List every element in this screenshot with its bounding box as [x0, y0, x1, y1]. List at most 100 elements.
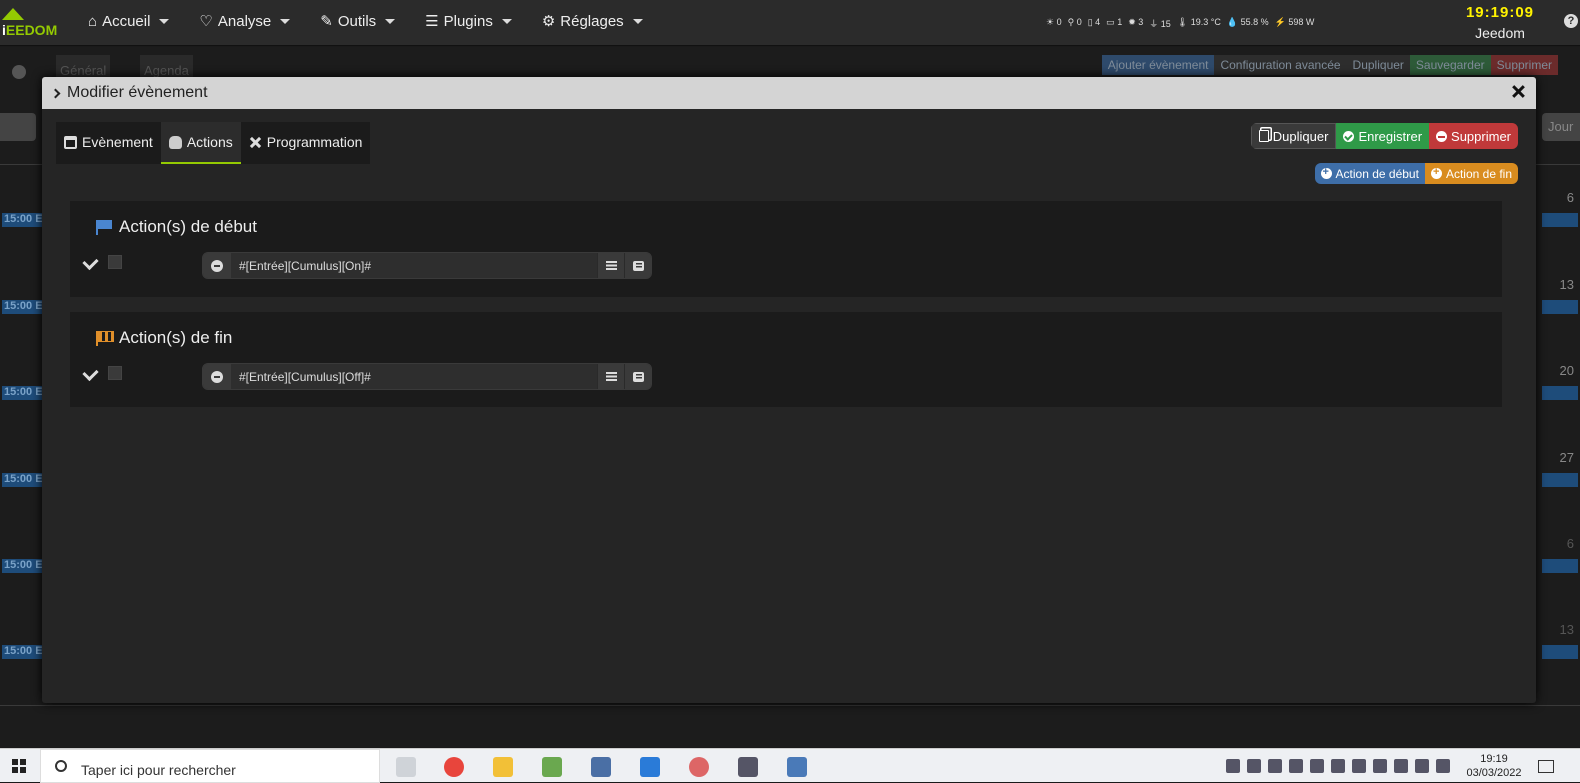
delete-button[interactable]: Supprimer — [1429, 123, 1518, 149]
summary-power[interactable]: ⚡ 598 W — [1275, 17, 1315, 30]
command-options-button[interactable] — [624, 253, 651, 278]
back-arrow-icon[interactable] — [12, 65, 26, 79]
help-icon[interactable]: ? — [1564, 14, 1578, 28]
tray-app-icon[interactable] — [1247, 759, 1261, 773]
calendar-event[interactable] — [1542, 300, 1578, 314]
security-app-icon[interactable] — [738, 757, 758, 777]
tray-app-icon[interactable] — [1226, 759, 1240, 773]
calendar-event[interactable]: 15:00 E — [2, 300, 44, 314]
chevron-up-icon[interactable] — [1352, 759, 1366, 773]
action-command-input[interactable]: #[Entrée][Cumulus][On]# — [231, 253, 597, 278]
start-action-command: #[Entrée][Cumulus][On]# — [202, 252, 652, 279]
nav-analyse[interactable]: ♡ Analyse — [199, 12, 291, 30]
taskbar-clock[interactable]: 19:19 03/03/2022 — [1462, 752, 1526, 780]
nav-accueil[interactable]: ⌂ Accueil — [88, 12, 170, 30]
vscode-icon[interactable] — [640, 757, 660, 777]
enable-checkbox[interactable] — [82, 364, 99, 382]
add-end-action-button[interactable]: Action de fin — [1424, 163, 1518, 184]
close-icon[interactable] — [1510, 83, 1526, 99]
remove-action-button[interactable] — [203, 364, 231, 389]
search-placeholder: Taper ici pour rechercher — [81, 762, 236, 778]
calendar-day-number: 13 — [1559, 622, 1574, 637]
save-button[interactable]: Enregistrer — [1336, 123, 1430, 149]
summary-window[interactable]: ▭ 1 — [1106, 17, 1122, 30]
tray-app-icon[interactable] — [1289, 759, 1303, 773]
select-command-button[interactable] — [597, 253, 624, 278]
remove-action-button[interactable] — [203, 253, 231, 278]
add-event-button[interactable]: Ajouter évènement — [1101, 55, 1215, 75]
tab-evenement[interactable]: Evènement — [56, 122, 161, 164]
summary-temperature[interactable]: 🌡 19.3 °C — [1177, 17, 1221, 30]
user-name[interactable]: Jeedom — [1448, 25, 1552, 41]
save-agenda-button[interactable]: Sauvegarder — [1409, 55, 1491, 75]
add-start-action-button[interactable]: Action de début — [1314, 163, 1425, 184]
taskbar-search[interactable]: Taper ici pour rechercher — [40, 749, 380, 783]
enable-checkbox[interactable] — [82, 253, 99, 271]
summary-light[interactable]: ☀ 0 — [1046, 17, 1062, 30]
clock-time: 19:19:09 — [1465, 4, 1535, 21]
calendar-day-button[interactable]: Jour — [1542, 113, 1580, 141]
summary-plug[interactable]: ⏚ 15 — [1149, 17, 1171, 30]
checkered-flag-icon — [96, 330, 114, 346]
add-action-buttons: Action de début Action de fin — [1314, 163, 1518, 184]
calendar-event[interactable]: 15:00 E — [2, 559, 44, 573]
tab-actions[interactable]: Actions — [160, 122, 241, 164]
calendar-event[interactable]: 15:00 E — [2, 213, 44, 227]
nav-reglages[interactable]: ⚙ Réglages — [542, 12, 643, 30]
calendar-event[interactable]: 15:00 E — [2, 645, 44, 659]
nav-outils[interactable]: ✎ Outils — [320, 12, 396, 30]
end-actions-title: Action(s) de fin — [119, 328, 233, 347]
calendar-event[interactable] — [1542, 213, 1578, 227]
calendar-event[interactable] — [1542, 559, 1578, 573]
parallel-checkbox[interactable] — [108, 366, 122, 380]
windows-start-icon[interactable] — [12, 759, 26, 773]
nav-plugins[interactable]: ☰ Plugins — [425, 12, 512, 30]
tab-programmation[interactable]: Programmation — [240, 122, 371, 164]
bluetooth-icon[interactable] — [1331, 759, 1345, 773]
calendar-prev-button[interactable] — [0, 113, 36, 141]
caret-down-icon — [501, 18, 512, 24]
chrome-icon[interactable] — [444, 757, 464, 777]
volume-icon[interactable] — [1415, 759, 1429, 773]
network-app-icon[interactable] — [591, 757, 611, 777]
app-icon[interactable] — [689, 757, 709, 777]
edit-event-modal: Modifier évènement Evènement Actions Pro… — [42, 77, 1536, 703]
summary-door[interactable]: ▯ 4 — [1088, 17, 1100, 30]
notification-icon[interactable] — [1538, 760, 1554, 773]
system-tray — [1226, 759, 1450, 773]
modal-header[interactable]: Modifier évènement — [42, 77, 1536, 109]
app-icon[interactable] — [542, 757, 562, 777]
delete-agenda-button[interactable]: Supprimer — [1490, 55, 1558, 75]
calendar-event[interactable] — [1542, 473, 1578, 487]
action-command-input[interactable]: #[Entrée][Cumulus][Off]# — [231, 364, 597, 389]
wifi-icon[interactable] — [1373, 759, 1387, 773]
summary-bulb[interactable]: ✹ 3 — [1128, 17, 1143, 30]
parallel-checkbox[interactable] — [108, 255, 122, 269]
calendar-event[interactable]: 15:00 E — [2, 386, 44, 400]
tools-icon — [249, 136, 262, 149]
taskbar-time: 19:19 — [1480, 753, 1508, 765]
modal-tabs: Evènement Actions Programmation — [56, 122, 371, 164]
command-options-button[interactable] — [624, 364, 651, 389]
summary-humidity[interactable]: 💧 55.8 % — [1227, 17, 1269, 30]
calendar-event[interactable] — [1542, 386, 1578, 400]
calendar-event[interactable] — [1542, 645, 1578, 659]
caret-down-icon — [159, 18, 170, 24]
search-icon — [55, 760, 67, 772]
jeedom-logo[interactable]: iEEDOM — [0, 4, 72, 42]
file-explorer-icon[interactable] — [493, 757, 513, 777]
summary-motion[interactable]: ⚲ 0 — [1068, 17, 1082, 30]
defender-icon[interactable] — [1436, 759, 1450, 773]
tasks-icon: ☰ — [425, 13, 439, 30]
duplicate-agenda-button[interactable]: Dupliquer — [1346, 55, 1410, 75]
minus-circle-icon — [211, 259, 223, 272]
duplicate-button[interactable]: Dupliquer — [1250, 123, 1337, 149]
task-view-icon[interactable] — [396, 757, 416, 777]
remote-desktop-icon[interactable] — [787, 757, 807, 777]
calendar-event[interactable]: 15:00 E — [2, 473, 44, 487]
tray-app-icon[interactable] — [1310, 759, 1324, 773]
advanced-config-button[interactable]: Configuration avancée — [1214, 55, 1347, 75]
battery-icon[interactable] — [1394, 759, 1408, 773]
tray-app-icon[interactable] — [1268, 759, 1282, 773]
select-command-button[interactable] — [597, 364, 624, 389]
